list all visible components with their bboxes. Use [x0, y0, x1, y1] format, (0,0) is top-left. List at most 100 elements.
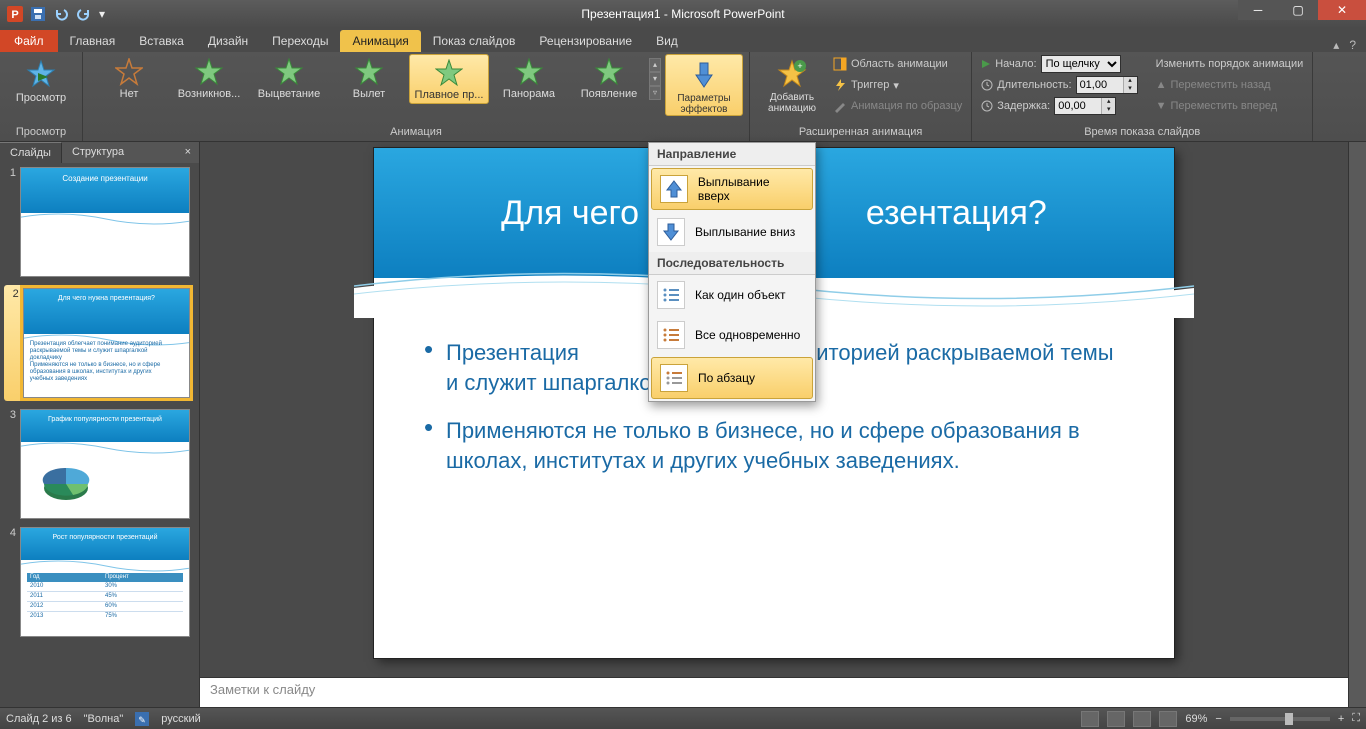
- tab-design[interactable]: Дизайн: [196, 30, 260, 52]
- star-icon: [195, 58, 223, 86]
- arrow-up-icon: [660, 175, 688, 203]
- thumbnail-1[interactable]: 1 Создание презентации: [4, 167, 193, 277]
- notes-pane[interactable]: Заметки к слайду: [200, 677, 1348, 707]
- delay-spinner[interactable]: ▴▾: [1054, 97, 1116, 115]
- thumbnail-2[interactable]: 2 Для чего нужна презентация? Презентаци…: [4, 285, 193, 401]
- status-language[interactable]: русский: [161, 713, 200, 725]
- app-icon[interactable]: P: [4, 3, 26, 25]
- star-icon: [115, 58, 143, 86]
- animation-gallery[interactable]: Нет Возникнов... Выцветание Вылет Плавно…: [89, 54, 663, 104]
- preview-icon: [25, 58, 57, 90]
- start-select[interactable]: По щелчку: [1041, 55, 1121, 73]
- group-animation-label: Анимация: [89, 124, 743, 141]
- brush-icon: [833, 99, 847, 113]
- redo-icon[interactable]: [73, 3, 95, 25]
- anim-floatin[interactable]: Плавное пр...: [409, 54, 489, 104]
- play-icon: [981, 59, 991, 69]
- timing-controls: Начало: По щелчку Длительность: ▴▾ Задер…: [978, 54, 1140, 116]
- gallery-scroll[interactable]: ▴▾▿: [649, 54, 663, 104]
- group-advanced-label: Расширенная анимация: [756, 124, 965, 141]
- animation-pane-button[interactable]: Область анимации: [830, 54, 965, 74]
- list-all-icon: [657, 321, 685, 349]
- thumbnail-3[interactable]: 3 График популярности презентаций: [4, 409, 193, 519]
- help-icon[interactable]: ?: [1349, 38, 1356, 52]
- minimize-button[interactable]: ─: [1238, 0, 1278, 20]
- quick-access-toolbar: P ▾: [0, 3, 108, 25]
- direction-float-down[interactable]: Выплывание вниз: [649, 212, 815, 252]
- anim-fade[interactable]: Выцветание: [249, 54, 329, 104]
- zoom-out-button[interactable]: −: [1215, 713, 1221, 725]
- view-sorter-button[interactable]: [1107, 711, 1125, 727]
- window-title: Презентация1 - Microsoft PowerPoint: [581, 7, 784, 21]
- fit-to-window-button[interactable]: ⛶: [1352, 712, 1360, 725]
- effect-options-button[interactable]: Параметры эффектов: [665, 54, 743, 116]
- clock-icon: [981, 100, 993, 112]
- duration-row: Длительность: ▴▾: [978, 75, 1140, 95]
- view-normal-button[interactable]: [1081, 711, 1099, 727]
- add-animation-label: Добавить анимацию: [756, 92, 828, 114]
- clock-icon: [981, 79, 993, 91]
- tab-review[interactable]: Рецензирование: [527, 30, 644, 52]
- add-star-icon: +: [776, 58, 808, 90]
- list-para-icon: [660, 364, 688, 392]
- slides-panel: Слайды Структура × 1 Создание презентаци…: [0, 142, 200, 707]
- dropdown-section-direction: Направление: [649, 143, 815, 166]
- side-tab-slides[interactable]: Слайды: [0, 142, 62, 163]
- preview-button[interactable]: Просмотр: [6, 54, 76, 104]
- status-theme: "Волна": [84, 713, 124, 725]
- tab-animation[interactable]: Анимация: [340, 30, 420, 52]
- view-slideshow-button[interactable]: [1159, 711, 1177, 727]
- trigger-button[interactable]: Триггер ▾: [830, 75, 965, 95]
- anim-appear[interactable]: Возникнов...: [169, 54, 249, 104]
- star-icon: [275, 58, 303, 86]
- advanced-options: Область анимации Триггер ▾ Анимация по о…: [830, 54, 965, 116]
- reorder-controls: Изменить порядок анимации ▲ Переместить …: [1153, 54, 1307, 116]
- add-animation-button[interactable]: + Добавить анимацию: [756, 54, 828, 114]
- sequence-as-one[interactable]: Как один объект: [649, 275, 815, 315]
- arrow-down-icon: [688, 59, 720, 91]
- thumbnails[interactable]: 1 Создание презентации 2 Для чего нужна …: [0, 163, 199, 649]
- side-tabs: Слайды Структура ×: [0, 142, 199, 163]
- delay-row: Задержка: ▴▾: [978, 96, 1140, 116]
- save-icon[interactable]: [27, 3, 49, 25]
- start-row: Начало: По щелчку: [978, 54, 1140, 74]
- tab-view[interactable]: Вид: [644, 30, 690, 52]
- qat-dropdown-icon[interactable]: ▾: [96, 3, 108, 25]
- pane-icon: [833, 57, 847, 71]
- zoom-slider[interactable]: [1230, 717, 1330, 721]
- sequence-by-paragraph[interactable]: По абзацу: [651, 357, 813, 399]
- direction-float-up[interactable]: Выплывание вверх: [651, 168, 813, 210]
- anim-flyin[interactable]: Вылет: [329, 54, 409, 104]
- anim-none[interactable]: Нет: [89, 54, 169, 104]
- group-animation: Нет Возникнов... Выцветание Вылет Плавно…: [83, 52, 750, 141]
- tab-transitions[interactable]: Переходы: [260, 30, 340, 52]
- effect-options-dropdown: Направление Выплывание вверх Выплывание …: [648, 142, 816, 402]
- ribbon-minimize-icon[interactable]: ▴: [1333, 38, 1339, 52]
- status-lang-icon[interactable]: ✎: [135, 712, 149, 726]
- move-later-button: ▼ Переместить вперед: [1153, 96, 1307, 116]
- zoom-in-button[interactable]: +: [1338, 713, 1344, 725]
- move-earlier-button: ▲ Переместить назад: [1153, 75, 1307, 95]
- tab-home[interactable]: Главная: [58, 30, 128, 52]
- undo-icon[interactable]: [50, 3, 72, 25]
- close-button[interactable]: ✕: [1318, 0, 1366, 20]
- star-icon: [435, 59, 463, 87]
- view-reading-button[interactable]: [1133, 711, 1151, 727]
- editor: Для чего XXXXXXXXXX езентация? Презентац…: [200, 142, 1348, 707]
- vertical-scrollbar[interactable]: [1348, 142, 1366, 707]
- sequence-all-at-once[interactable]: Все одновременно: [649, 315, 815, 355]
- tab-slideshow[interactable]: Показ слайдов: [421, 30, 528, 52]
- svg-text:✎: ✎: [139, 715, 147, 725]
- anim-wipe[interactable]: Появление: [569, 54, 649, 104]
- thumbnail-4[interactable]: 4 Рост популярности презентаций ГодПроце…: [4, 527, 193, 637]
- tab-file[interactable]: Файл: [0, 30, 58, 52]
- duration-spinner[interactable]: ▴▾: [1076, 76, 1138, 94]
- side-close-icon[interactable]: ×: [177, 142, 199, 163]
- anim-split[interactable]: Панорама: [489, 54, 569, 104]
- side-tab-outline[interactable]: Структура: [62, 142, 134, 163]
- maximize-button[interactable]: ▢: [1278, 0, 1318, 20]
- lightning-icon: [833, 78, 847, 92]
- tab-insert[interactable]: Вставка: [127, 30, 196, 52]
- list-one-icon: [657, 281, 685, 309]
- star-icon: [355, 58, 383, 86]
